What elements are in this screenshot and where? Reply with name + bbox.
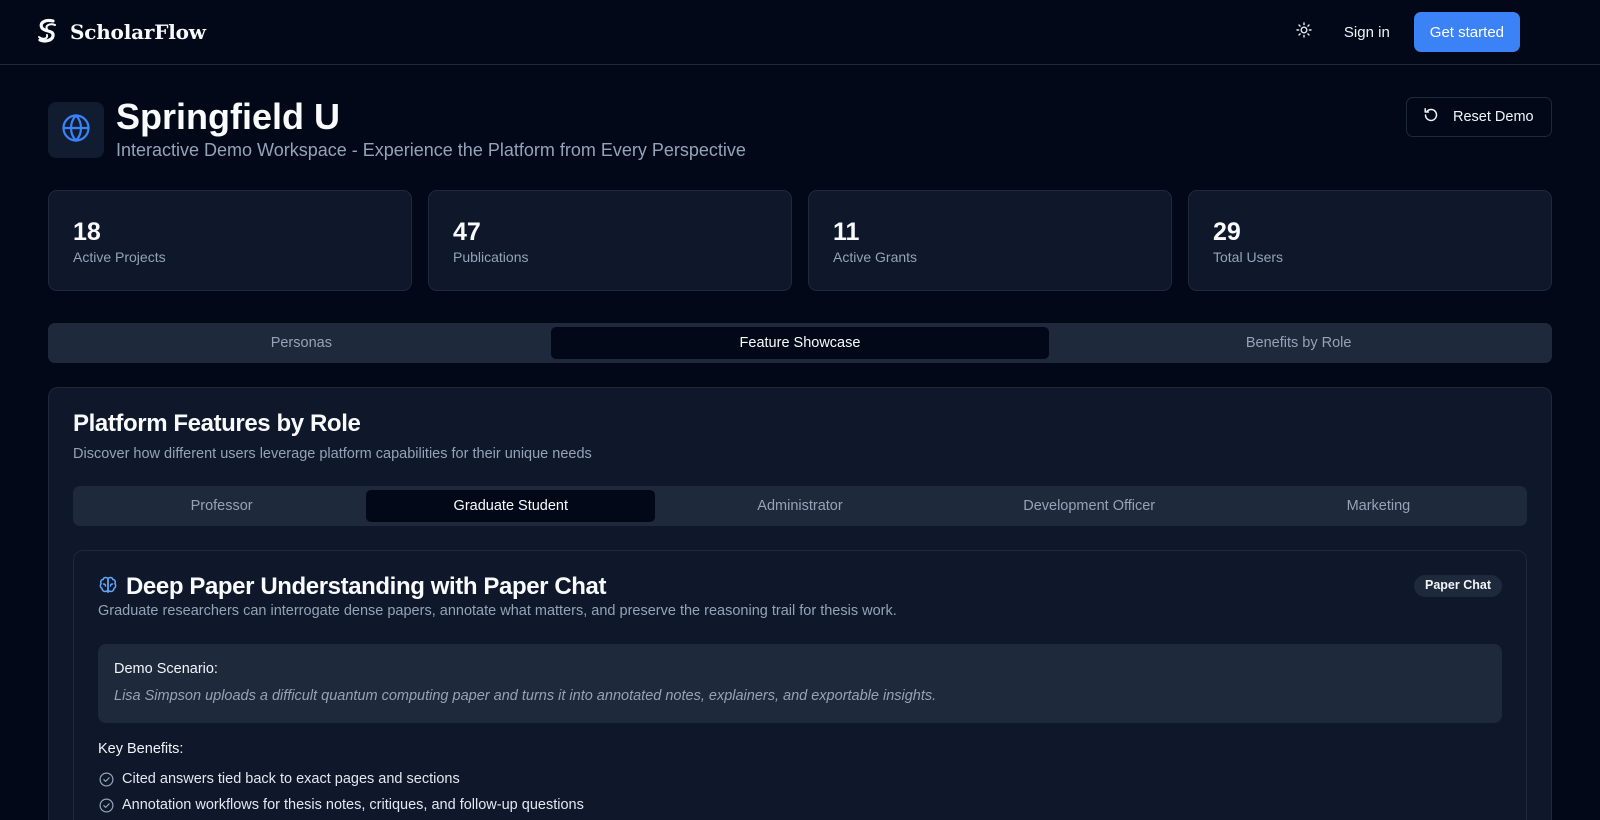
brand-name: ScholarFlow [70, 20, 206, 44]
feature-title: Deep Paper Understanding with Paper Chat [126, 573, 607, 600]
check-circle-icon [98, 771, 114, 787]
brand[interactable]: ScholarFlow [36, 18, 206, 46]
stat-label: Publications [453, 249, 529, 265]
tab-personas[interactable]: Personas [52, 327, 551, 359]
theme-toggle-button[interactable] [1286, 12, 1322, 52]
sign-in-link[interactable]: Sign in [1344, 24, 1390, 41]
reset-icon [1423, 107, 1439, 127]
scenario-text: Lisa Simpson uploads a difficult quantum… [114, 688, 937, 704]
stat-value: 18 [73, 218, 101, 246]
role-tab-professor[interactable]: Professor [77, 490, 366, 522]
stat-value: 11 [833, 218, 860, 246]
role-tab-administrator[interactable]: Administrator [655, 490, 944, 522]
sun-icon [1296, 21, 1312, 43]
stat-card-total-users: 29 Total Users [1188, 190, 1552, 291]
stat-label: Total Users [1213, 249, 1284, 265]
stat-value: 29 [1213, 218, 1241, 246]
panel-title: Platform Features by Role [73, 410, 361, 437]
benefit-item: Cited answers tied back to exact pages a… [98, 771, 1502, 787]
check-circle-icon [98, 797, 114, 813]
nav-actions: Sign in Get started [1286, 12, 1520, 52]
stat-value: 47 [453, 218, 481, 246]
stat-card-active-grants: 11 Active Grants [808, 190, 1172, 291]
benefit-text: Annotation workflows for thesis notes, c… [122, 797, 584, 813]
scenario-label: Demo Scenario: [114, 661, 218, 677]
scholarflow-logo-icon [36, 18, 60, 46]
feature-card: Deep Paper Understanding with Paper Chat… [73, 550, 1527, 820]
benefit-text: Cited answers tied back to exact pages a… [122, 771, 460, 787]
feature-description: Graduate researchers can interrogate den… [98, 603, 897, 619]
panel-subtitle: Discover how different users leverage pl… [73, 446, 592, 462]
top-nav: ScholarFlow Sign in Get started [0, 0, 1600, 65]
stat-card-active-projects: 18 Active Projects [48, 190, 412, 291]
stat-label: Active Projects [73, 249, 166, 265]
benefit-item: Annotation workflows for thesis notes, c… [98, 797, 1502, 813]
stat-card-publications: 47 Publications [428, 190, 792, 291]
main-tabs: Personas Feature Showcase Benefits by Ro… [48, 323, 1552, 363]
role-tabs: Professor Graduate Student Administrator… [73, 486, 1527, 526]
feature-badge: Paper Chat [1414, 575, 1502, 597]
role-tab-marketing[interactable]: Marketing [1234, 490, 1523, 522]
workspace-header: Springfield U Interactive Demo Workspace… [0, 65, 1600, 165]
get-started-button[interactable]: Get started [1413, 12, 1520, 52]
benefits-list: Cited answers tied back to exact pages a… [98, 771, 1502, 813]
demo-scenario-box: Demo Scenario: Lisa Simpson uploads a di… [98, 644, 1502, 723]
benefits-heading: Key Benefits: [98, 741, 184, 757]
tab-benefits-by-role[interactable]: Benefits by Role [1049, 327, 1548, 359]
page-subtitle: Interactive Demo Workspace - Experience … [116, 140, 746, 160]
reset-demo-button[interactable]: Reset Demo [1406, 97, 1552, 137]
feature-header: Deep Paper Understanding with Paper Chat [98, 573, 1502, 601]
features-panel: Platform Features by Role Discover how d… [48, 387, 1552, 820]
header-text: Springfield U Interactive Demo Workspace… [116, 96, 746, 161]
reset-demo-label: Reset Demo [1453, 109, 1534, 125]
brain-icon [98, 575, 118, 600]
role-tab-graduate-student[interactable]: Graduate Student [366, 490, 656, 522]
page-title: Springfield U [116, 96, 340, 137]
stat-label: Active Grants [833, 249, 918, 265]
globe-icon [61, 113, 91, 148]
role-tab-development-officer[interactable]: Development Officer [945, 490, 1234, 522]
stats-row: 18 Active Projects 47 Publications 11 Ac… [0, 190, 1600, 291]
tab-feature-showcase[interactable]: Feature Showcase [550, 327, 1050, 359]
org-icon-tile [48, 102, 104, 158]
